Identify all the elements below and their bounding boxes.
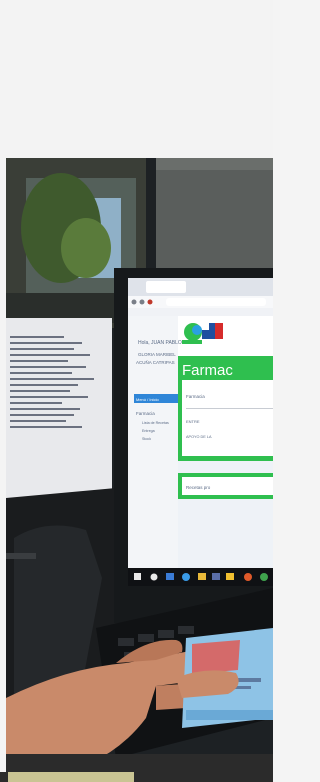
- user-line-1: GLORIA MARIBEL: [138, 352, 176, 357]
- bottom-label: Recetas pro: [186, 485, 211, 490]
- field-label-3: APOYO DE LA: [186, 435, 212, 439]
- greeting-text: Hola, JUAN PABLO: [138, 340, 182, 346]
- sidebar-section[interactable]: Farmacia: [136, 411, 155, 416]
- photo: Hola, JUAN PABLO GLORIA MARIBEL ACUÑA CA…: [6, 158, 273, 772]
- sidebar-item-3[interactable]: Stock: [142, 437, 151, 441]
- sidebar-item-1[interactable]: Lista de Recetas: [142, 421, 169, 425]
- photo-illustration: Hola, JUAN PABLO GLORIA MARIBEL ACUÑA CA…: [6, 158, 273, 772]
- field-label-2: ENTRE: [186, 419, 200, 424]
- bottom-strip: [0, 772, 273, 782]
- page-title: Farmac: [182, 362, 233, 379]
- user-line-2: ACUÑA CATRIPAS: [136, 359, 175, 365]
- field-label-1: Farmacia: [186, 394, 205, 399]
- blank-top-area: [0, 0, 273, 158]
- sidebar-item-active[interactable]: Menú / Inicio: [136, 397, 159, 402]
- bottom-tan-block: [8, 772, 134, 782]
- sidebar-item-2[interactable]: Entrega: [142, 429, 155, 433]
